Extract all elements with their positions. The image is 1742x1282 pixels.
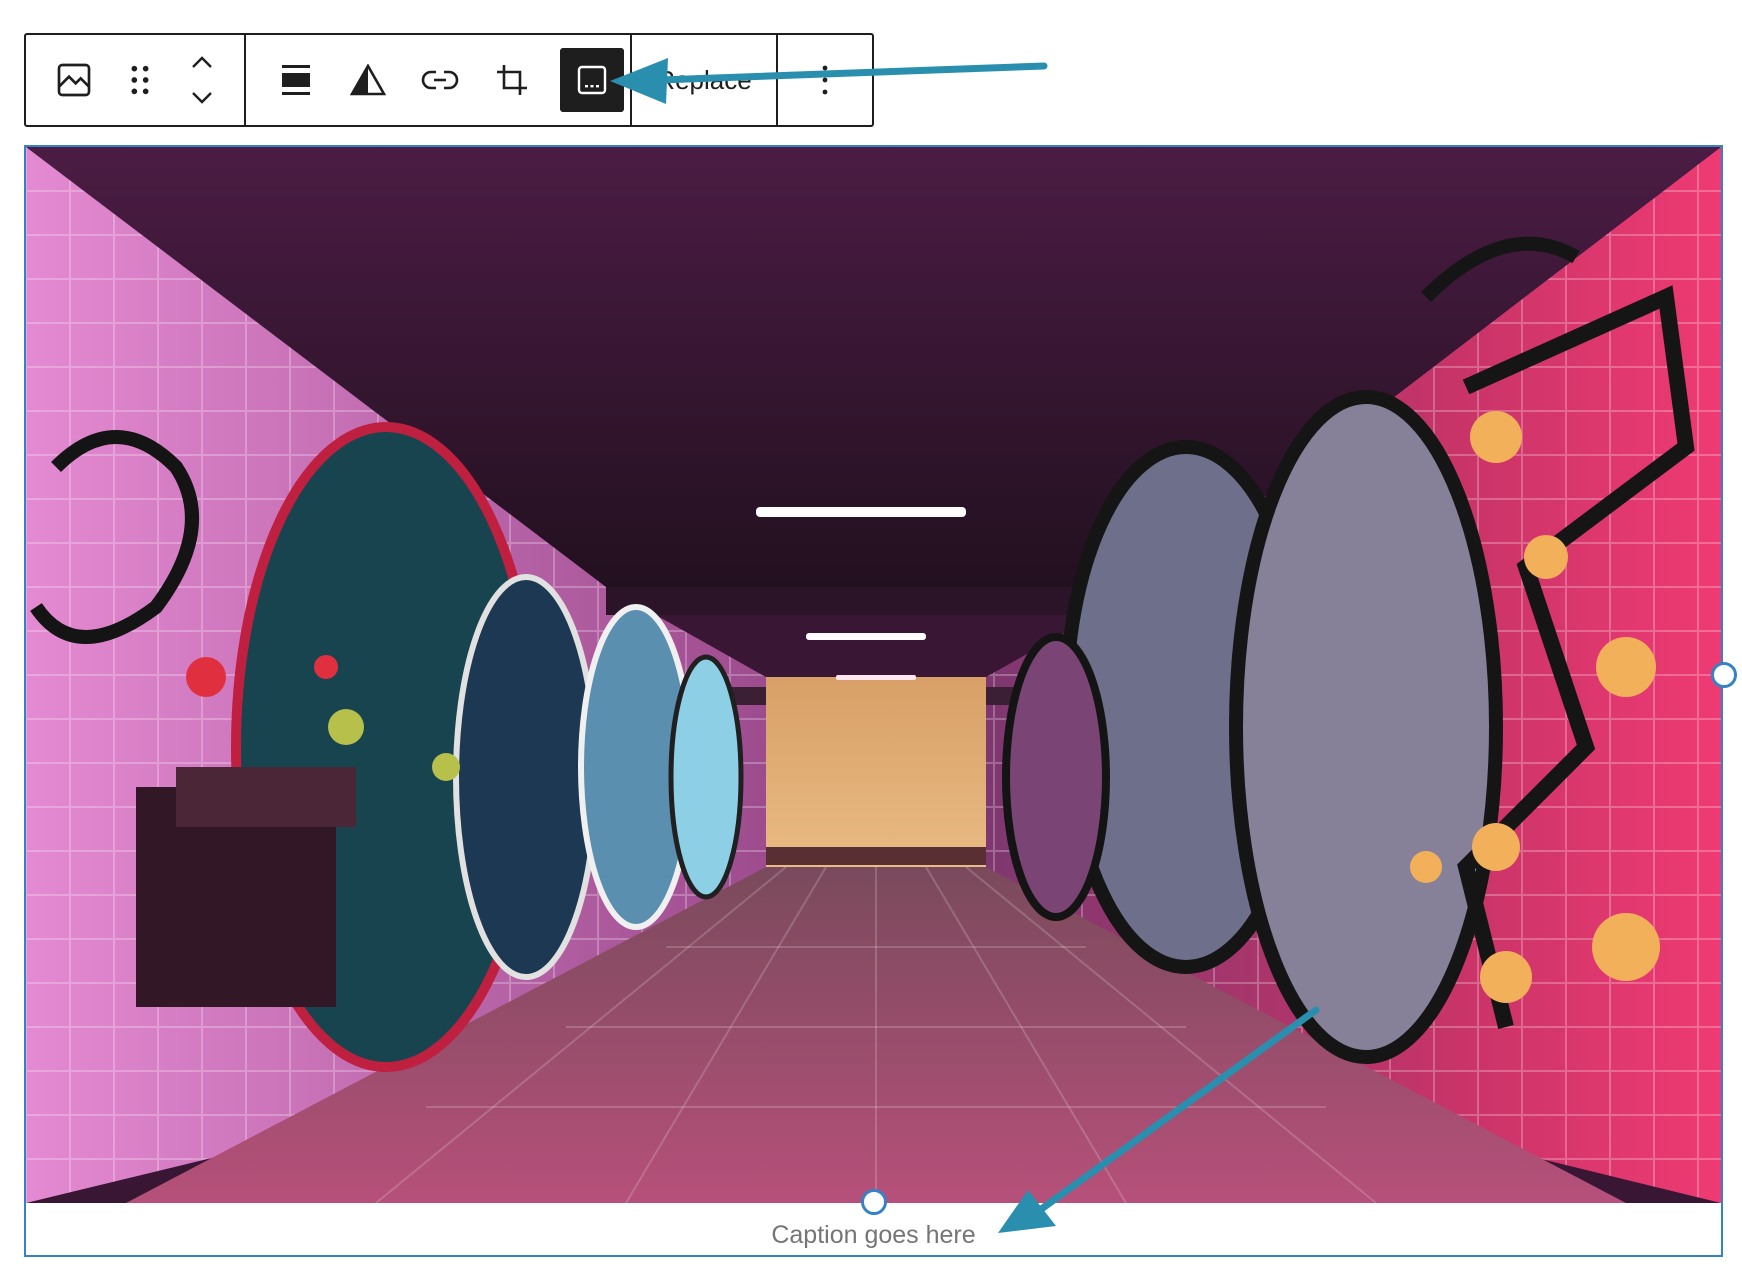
- resize-handle-bottom[interactable]: [861, 1189, 887, 1215]
- block-mover: [182, 49, 222, 111]
- duotone-button[interactable]: [344, 56, 392, 104]
- caption-icon: [577, 65, 607, 95]
- toolbar-group-replace: Replace: [630, 35, 776, 125]
- crop-button[interactable]: [488, 56, 536, 104]
- block-toolbar: Replace: [24, 33, 874, 127]
- link-icon: [421, 70, 459, 90]
- crop-icon: [497, 65, 527, 95]
- align-button[interactable]: [272, 56, 320, 104]
- toolbar-group-tools: [244, 35, 630, 125]
- move-up-button[interactable]: [190, 49, 214, 75]
- chevron-down-icon: [192, 92, 212, 104]
- tunnel-graffiti-image: [26, 147, 1721, 1203]
- image-caption[interactable]: Caption goes here: [26, 1217, 1721, 1253]
- block-image[interactable]: [26, 147, 1721, 1203]
- replace-button[interactable]: Replace: [648, 59, 759, 102]
- chevron-up-icon: [192, 56, 212, 68]
- move-down-button[interactable]: [190, 85, 214, 111]
- more-vertical-icon: [822, 65, 828, 95]
- image-icon[interactable]: [50, 56, 98, 104]
- image-block[interactable]: Caption goes here: [24, 145, 1737, 1257]
- resize-handle-right[interactable]: [1711, 662, 1737, 688]
- drag-handle-icon[interactable]: [122, 56, 158, 104]
- caption-toggle-button[interactable]: [560, 48, 624, 112]
- align-center-icon: [282, 65, 310, 95]
- toolbar-group-block: [26, 35, 244, 125]
- link-button[interactable]: [416, 56, 464, 104]
- toolbar-group-more: [776, 35, 872, 125]
- more-options-button[interactable]: [801, 56, 849, 104]
- duotone-icon: [350, 64, 386, 96]
